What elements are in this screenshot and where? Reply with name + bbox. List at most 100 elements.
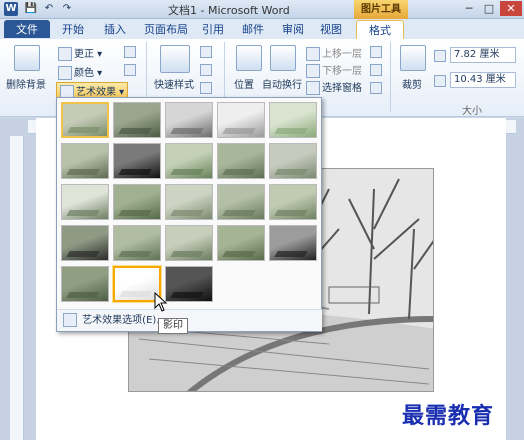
effects-options-label: 艺术效果选项(E)... xyxy=(82,315,166,326)
effect-thumbnail[interactable] xyxy=(269,225,317,261)
maximize-button[interactable]: □ xyxy=(480,1,498,16)
effect-thumbnail[interactable] xyxy=(165,102,213,138)
group-divider xyxy=(390,42,391,112)
thumbnail-road-shape xyxy=(222,251,256,257)
crop-icon[interactable] xyxy=(400,45,426,71)
send-backward-button[interactable]: 下移一层 xyxy=(306,62,362,78)
thumbnail-road-shape xyxy=(222,128,256,134)
artistic-effects-options-item[interactable]: 艺术效果选项(E)... xyxy=(57,309,322,331)
effect-thumbnail[interactable] xyxy=(113,225,161,261)
tab-mailings[interactable]: 邮件 xyxy=(238,20,268,39)
vertical-ruler[interactable] xyxy=(10,136,24,440)
quick-styles-icon[interactable] xyxy=(160,45,190,73)
change-picture-icon[interactable] xyxy=(124,64,136,76)
position-button[interactable]: 位置 xyxy=(234,76,254,91)
thumbnail-road-shape xyxy=(118,128,152,134)
thumbnail-road-shape xyxy=(274,169,308,175)
picture-tools-label: 图片工具 xyxy=(354,0,408,19)
send-backward-label: 下移一层 xyxy=(322,66,362,77)
save-icon[interactable]: 💾 xyxy=(24,2,38,16)
send-backward-icon xyxy=(306,64,320,78)
height-spinner[interactable]: 7.82 厘米 xyxy=(450,47,516,63)
tab-view[interactable]: 视图 xyxy=(316,20,346,39)
selection-pane-label: 选择窗格 xyxy=(322,83,362,94)
effect-thumbnail[interactable] xyxy=(113,102,161,138)
width-spinner[interactable]: 10.43 厘米 xyxy=(450,72,516,88)
quick-styles-button[interactable]: 快速样式 xyxy=(154,76,194,91)
effect-thumbnail[interactable] xyxy=(165,266,213,302)
thumbnail-road-shape xyxy=(118,210,152,216)
color-label: 颜色 xyxy=(74,68,94,79)
effect-thumbnail[interactable] xyxy=(61,143,109,179)
group-icon[interactable] xyxy=(370,64,382,76)
effect-thumbnail[interactable] xyxy=(61,102,109,138)
mouse-pointer-icon xyxy=(154,291,168,315)
thumbnail-road-shape xyxy=(118,251,152,257)
bring-forward-button[interactable]: 上移一层 xyxy=(306,45,362,61)
thumbnail-road-shape xyxy=(119,291,153,297)
thumbnail-road-shape xyxy=(274,128,308,134)
thumbnail-road-shape xyxy=(66,292,100,298)
effect-thumbnail[interactable] xyxy=(217,184,265,220)
undo-icon[interactable]: ↶ xyxy=(42,2,56,16)
tab-file[interactable]: 文件 xyxy=(4,20,50,38)
effect-thumbnail[interactable] xyxy=(61,184,109,220)
thumbnail-road-shape xyxy=(222,169,256,175)
effects-icon[interactable] xyxy=(200,64,212,76)
rotate-icon[interactable] xyxy=(370,82,382,94)
bring-forward-label: 上移一层 xyxy=(322,49,362,60)
watermark-logo-text: 最需教育 xyxy=(402,403,495,429)
tab-format[interactable]: 格式 xyxy=(356,20,404,39)
thumbnail-road-shape xyxy=(170,292,204,298)
wrap-text-icon[interactable] xyxy=(270,45,296,71)
effect-thumbnail[interactable] xyxy=(165,225,213,261)
thumbnail-road-shape xyxy=(222,210,256,216)
thumbnail-road-shape xyxy=(170,128,204,134)
title-bar: W 💾 ↶ ↷ 文档1 - Microsoft Word 图片工具 ─ □ ✕ xyxy=(0,0,524,19)
thumbnail-road-shape xyxy=(66,169,100,175)
effect-thumbnail[interactable] xyxy=(165,184,213,220)
minimize-button[interactable]: ─ xyxy=(460,1,478,16)
selection-pane-button[interactable]: 选择窗格 xyxy=(306,79,362,95)
effect-thumbnail[interactable] xyxy=(61,266,109,302)
effect-thumbnail[interactable] xyxy=(217,225,265,261)
selection-pane-icon xyxy=(306,81,320,95)
effect-thumbnail[interactable] xyxy=(269,102,317,138)
layout-icon[interactable] xyxy=(200,82,212,94)
color-button[interactable]: 颜色 ▾ xyxy=(58,64,102,80)
redo-icon[interactable]: ↷ xyxy=(60,2,74,16)
word-app-icon[interactable]: W xyxy=(4,2,18,16)
corrections-button[interactable]: 更正 ▾ xyxy=(58,45,102,61)
align-icon[interactable] xyxy=(370,46,382,58)
effect-thumbnail[interactable] xyxy=(165,143,213,179)
effect-thumbnail[interactable] xyxy=(217,102,265,138)
thumbnail-road-shape xyxy=(170,210,204,216)
effect-thumbnail[interactable] xyxy=(217,143,265,179)
crop-button[interactable]: 裁剪 xyxy=(402,76,422,91)
wrap-text-button[interactable]: 自动换行 xyxy=(262,76,302,91)
close-button[interactable]: ✕ xyxy=(500,1,522,16)
thumbnail-road-shape xyxy=(67,127,101,133)
thumbnail-road-shape xyxy=(170,251,204,257)
tab-page-layout[interactable]: 页面布局 xyxy=(140,20,192,39)
window-title: 文档1 - Microsoft Word xyxy=(168,4,290,17)
tab-insert[interactable]: 插入 xyxy=(100,20,130,39)
border-icon[interactable] xyxy=(200,46,212,58)
remove-background-icon[interactable] xyxy=(14,45,40,71)
tab-home[interactable]: 开始 xyxy=(58,20,88,39)
effect-thumbnail[interactable] xyxy=(61,225,109,261)
effect-thumbnail[interactable] xyxy=(113,143,161,179)
thumbnail-road-shape xyxy=(66,210,100,216)
effect-thumbnail[interactable] xyxy=(269,184,317,220)
remove-background-button[interactable]: 删除背景 xyxy=(6,76,46,91)
thumbnail-road-shape xyxy=(66,251,100,257)
effect-tooltip: 影印 xyxy=(158,318,188,334)
effect-thumbnail[interactable] xyxy=(113,184,161,220)
compress-icon[interactable] xyxy=(124,46,136,58)
effect-thumbnail[interactable] xyxy=(269,143,317,179)
tab-references[interactable]: 引用 xyxy=(198,20,228,39)
effects-options-icon xyxy=(63,313,77,327)
tab-review[interactable]: 审阅 xyxy=(278,20,308,39)
position-icon[interactable] xyxy=(236,45,262,71)
color-icon xyxy=(58,66,72,80)
